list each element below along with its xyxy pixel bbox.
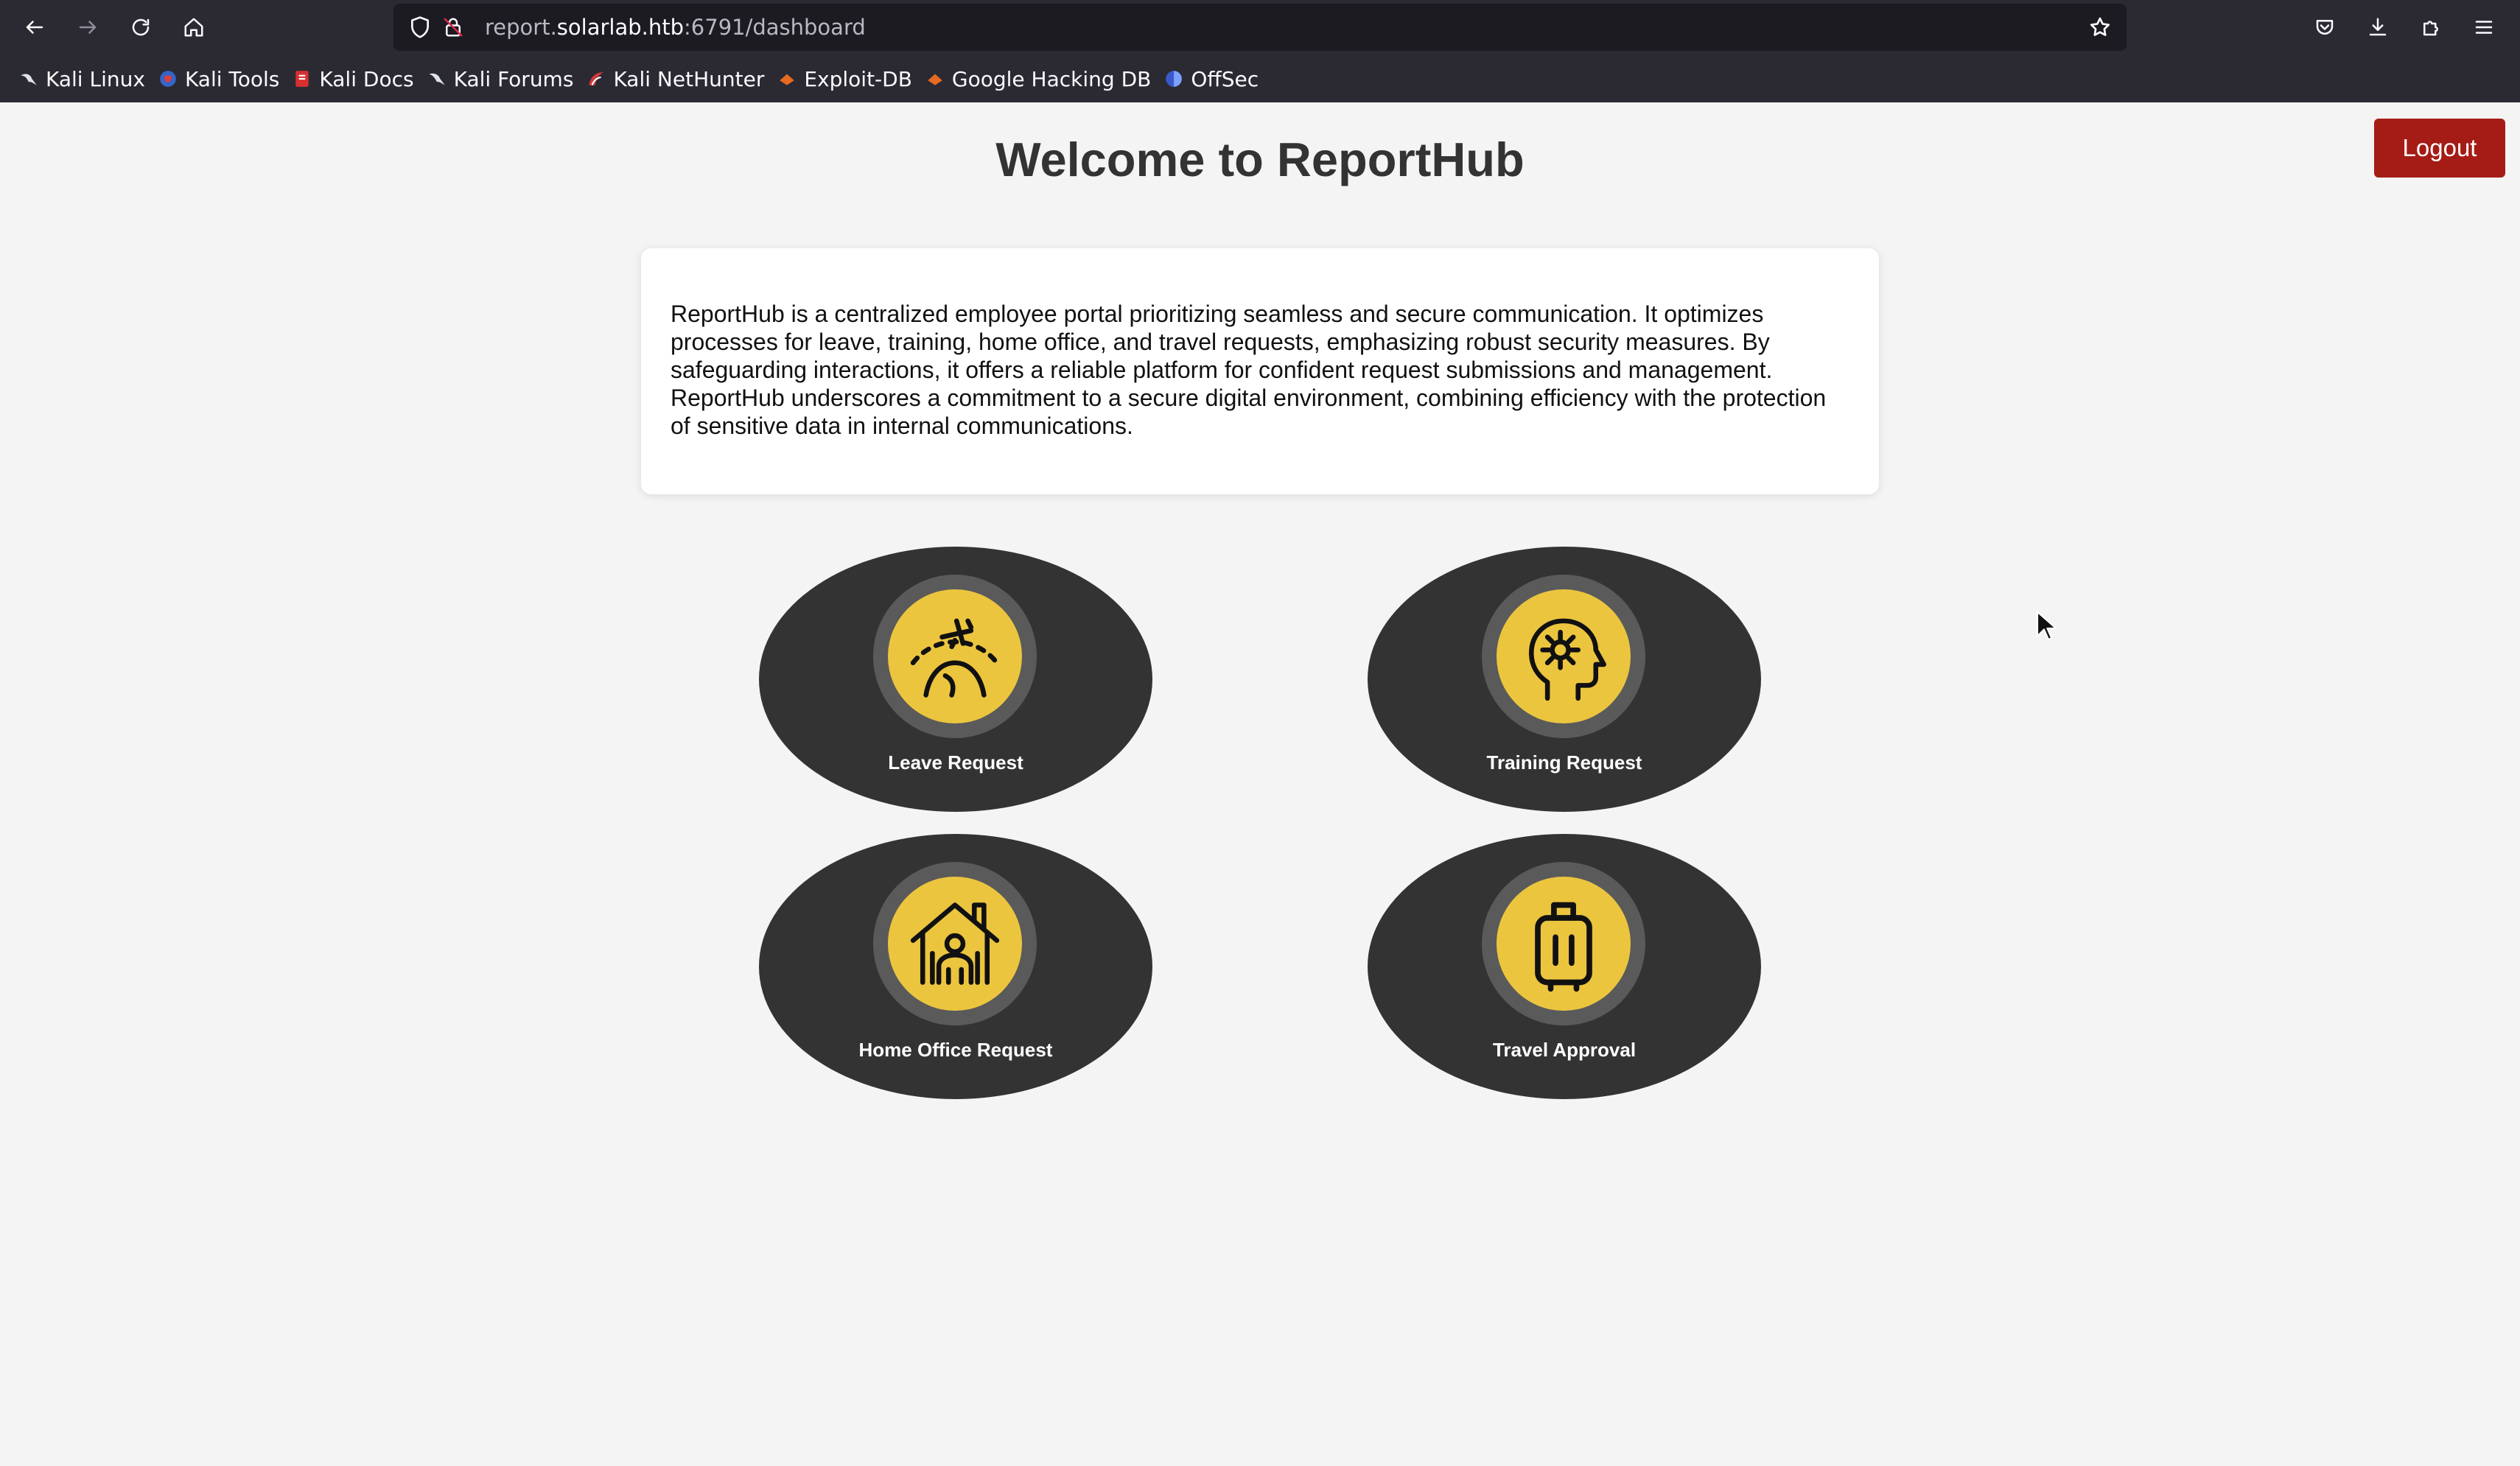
url-domain: solarlab.htb bbox=[556, 15, 685, 40]
ghdb-icon bbox=[928, 74, 942, 85]
kali-dragon-icon bbox=[21, 74, 37, 85]
address-bar[interactable]: report.solarlab.htb:6791/dashboard bbox=[393, 4, 2127, 51]
icon-disc bbox=[888, 877, 1022, 1011]
bookmark-kali-nethunter[interactable]: Kali NetHunter bbox=[582, 60, 773, 97]
house-people-icon bbox=[910, 902, 1000, 985]
icon-ring bbox=[1482, 862, 1645, 1025]
tile-label: Home Office Request bbox=[858, 1039, 1053, 1061]
bookmark-label: Kali Tools bbox=[184, 66, 280, 91]
menu-button[interactable] bbox=[2465, 9, 2502, 46]
extensions-button[interactable] bbox=[2412, 9, 2449, 46]
logout-button[interactable]: Logout bbox=[2374, 119, 2505, 178]
arrow-right-icon bbox=[79, 21, 97, 34]
bookmark-kali-docs[interactable]: Kali Docs bbox=[288, 60, 422, 97]
home-icon bbox=[184, 18, 203, 37]
puzzle-icon bbox=[2423, 21, 2438, 36]
bookmark-google-hacking-db[interactable]: Google Hacking DB bbox=[921, 60, 1160, 97]
leave-request-tile[interactable]: Leave Request bbox=[759, 547, 1152, 812]
icon-disc bbox=[1497, 877, 1631, 1011]
url-path: :6791/dashboard bbox=[684, 15, 866, 40]
home-office-request-tile[interactable]: Home Office Request bbox=[759, 834, 1152, 1099]
kali-docs-icon bbox=[295, 71, 309, 87]
exploit-db-icon bbox=[780, 74, 795, 85]
bookmark-kali-forums[interactable]: Kali Forums bbox=[423, 60, 583, 97]
bookmark-label: Exploit-DB bbox=[804, 66, 912, 91]
bookmark-label: Kali Linux bbox=[46, 66, 145, 91]
pocket-button[interactable] bbox=[2306, 9, 2343, 46]
browser-toolbar: report.solarlab.htb:6791/dashboard bbox=[0, 0, 2520, 55]
dashboard-page: Welcome to ReportHub Logout ReportHub is… bbox=[0, 102, 2520, 1466]
tracking-shield-icon[interactable] bbox=[408, 15, 432, 39]
pocket-icon bbox=[2316, 20, 2334, 35]
nethunter-icon bbox=[589, 72, 604, 86]
tile-label: Leave Request bbox=[888, 751, 1023, 774]
icon-disc bbox=[1497, 589, 1631, 723]
icon-disc bbox=[888, 589, 1022, 723]
downloads-button[interactable] bbox=[2359, 9, 2396, 46]
download-icon bbox=[2369, 18, 2387, 36]
reload-icon bbox=[132, 18, 150, 36]
icon-ring bbox=[873, 862, 1037, 1025]
travel-approval-tile[interactable]: Travel Approval bbox=[1368, 834, 1761, 1099]
training-request-tile[interactable]: Training Request bbox=[1368, 547, 1761, 812]
reload-button[interactable] bbox=[122, 9, 159, 46]
url-text[interactable]: report.solarlab.htb:6791/dashboard bbox=[485, 4, 866, 51]
bookmark-label: Kali NetHunter bbox=[613, 66, 765, 91]
airplane-globe-icon bbox=[910, 618, 1000, 698]
bookmark-star-icon[interactable] bbox=[2088, 15, 2112, 39]
tile-label: Travel Approval bbox=[1492, 1039, 1637, 1061]
url-prefix: report. bbox=[485, 15, 557, 40]
kali-forums-icon bbox=[428, 73, 445, 85]
arrow-left-icon bbox=[26, 21, 43, 34]
luggage-icon bbox=[1535, 902, 1592, 992]
bookmark-kali-linux[interactable]: Kali Linux bbox=[15, 60, 154, 97]
intro-card: ReportHub is a centralized employee port… bbox=[641, 248, 1879, 494]
insecure-lock-icon[interactable] bbox=[442, 15, 464, 39]
offsec-icon bbox=[1166, 71, 1183, 87]
intro-text: ReportHub is a centralized employee port… bbox=[671, 301, 1827, 439]
kali-tools-icon bbox=[160, 71, 176, 87]
bookmark-offsec[interactable]: OffSec bbox=[1160, 60, 1267, 97]
bookmark-label: Google Hacking DB bbox=[951, 66, 1152, 91]
bookmark-kali-tools[interactable]: Kali Tools bbox=[154, 60, 288, 97]
hamburger-menu-icon bbox=[2475, 21, 2493, 34]
bookmark-exploit-db[interactable]: Exploit-DB bbox=[773, 60, 921, 97]
bookmark-label: Kali Docs bbox=[319, 66, 414, 91]
back-button[interactable] bbox=[16, 9, 53, 46]
icon-ring bbox=[1482, 575, 1645, 738]
forward-button[interactable] bbox=[69, 9, 106, 46]
icon-ring bbox=[873, 575, 1037, 738]
page-title: Welcome to ReportHub bbox=[995, 133, 1525, 186]
home-button[interactable] bbox=[175, 9, 212, 46]
head-gear-icon bbox=[1528, 618, 1606, 701]
browser-chrome: report.solarlab.htb:6791/dashboard Kali … bbox=[0, 0, 2520, 102]
mouse-cursor-icon bbox=[2036, 611, 2057, 641]
bookmarks-toolbar: Kali Linux Kali Tools Kali Docs Kali For… bbox=[0, 60, 2520, 97]
bookmark-label: Kali Forums bbox=[453, 66, 574, 91]
tile-label: Training Request bbox=[1486, 751, 1642, 774]
bookmark-label: OffSec bbox=[1191, 66, 1259, 91]
